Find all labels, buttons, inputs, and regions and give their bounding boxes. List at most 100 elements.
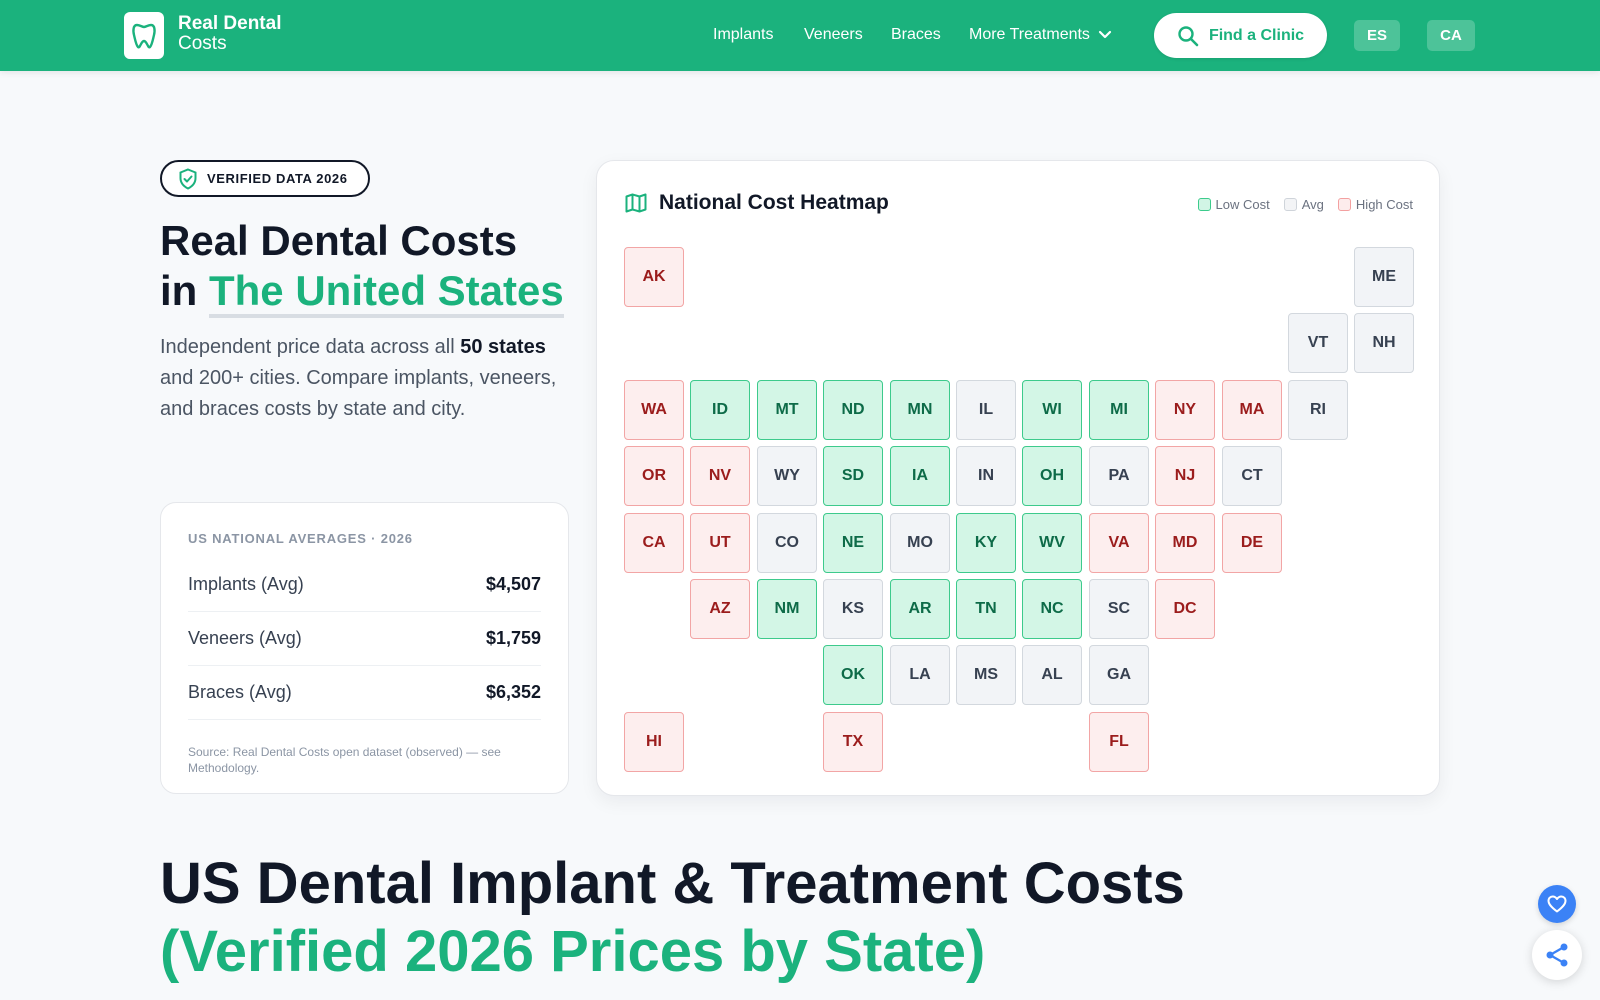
nav-implants[interactable]: Implants — [713, 26, 773, 44]
map-icon — [625, 193, 647, 213]
badge-label: VERIFIED DATA 2026 — [207, 171, 348, 186]
section-heading-line1: US Dental Implant & Treatment Costs — [160, 851, 1185, 916]
state-tile-sd[interactable]: SD — [823, 446, 883, 506]
average-label: Veneers (Avg) — [188, 628, 302, 648]
state-tile-ms[interactable]: MS — [956, 645, 1016, 705]
state-tile-wi[interactable]: WI — [1022, 380, 1082, 440]
hero-desc-bold: 50 states — [460, 336, 546, 358]
average-value: $1,759 — [485, 628, 541, 648]
heart-icon — [1547, 895, 1567, 913]
state-tile-ga[interactable]: GA — [1089, 645, 1149, 705]
hero-title-line1: Real Dental Costs — [160, 217, 518, 264]
nav-more-label: More Treatments — [969, 26, 1090, 43]
heatmap-title: National Cost Heatmap — [659, 191, 889, 214]
state-tile-nh[interactable]: NH — [1354, 313, 1414, 373]
state-tile-ks[interactable]: KS — [823, 579, 883, 639]
average-value: $4,507 — [485, 574, 541, 594]
legend-avg-label: Avg — [1301, 197, 1324, 212]
find-clinic-button[interactable]: Find a Clinic — [1154, 13, 1327, 58]
state-tile-wa[interactable]: WA — [624, 380, 684, 440]
state-tile-mn[interactable]: MN — [890, 380, 950, 440]
state-tile-hi[interactable]: HI — [624, 712, 684, 772]
site-logo-text[interactable]: Real Dental Costs — [178, 14, 281, 54]
state-tile-nm[interactable]: NM — [757, 579, 817, 639]
state-tile-la[interactable]: LA — [890, 645, 950, 705]
legend-swatch-low — [1197, 198, 1211, 211]
state-tile-dc[interactable]: DC — [1155, 579, 1215, 639]
state-tile-de[interactable]: DE — [1222, 513, 1282, 573]
averages-source-note: Source: Real Dental Costs open dataset (… — [188, 745, 501, 775]
state-tile-in[interactable]: IN — [956, 446, 1016, 506]
state-tile-ut[interactable]: UT — [690, 513, 750, 573]
hero-desc-part1: Independent price data across all — [160, 336, 461, 358]
hero-description: Independent price data across all 50 sta… — [160, 332, 570, 425]
state-tile-ne[interactable]: NE — [823, 513, 883, 573]
heatmap-legend: Low Cost Avg High Cost — [1197, 197, 1413, 212]
state-tile-ok[interactable]: OK — [823, 645, 883, 705]
state-tile-tx[interactable]: TX — [823, 712, 883, 772]
average-row-veneers: Veneers (Avg) $1,759 — [188, 612, 541, 666]
state-tile-ca[interactable]: CA — [624, 513, 684, 573]
nav-more-treatments[interactable]: More Treatments — [969, 26, 1112, 44]
state-tile-pa[interactable]: PA — [1089, 446, 1149, 506]
legend-avg: Avg — [1283, 197, 1324, 212]
state-tile-nd[interactable]: ND — [823, 380, 883, 440]
legend-low: Low Cost — [1197, 197, 1270, 212]
state-tile-ri[interactable]: RI — [1288, 380, 1348, 440]
state-tile-nj[interactable]: NJ — [1155, 446, 1215, 506]
state-tile-mt[interactable]: MT — [757, 380, 817, 440]
state-tile-ak[interactable]: AK — [624, 247, 684, 307]
language-ca-button[interactable]: CA — [1427, 20, 1475, 51]
state-tile-ar[interactable]: AR — [890, 579, 950, 639]
state-tile-vt[interactable]: VT — [1288, 313, 1348, 373]
state-tile-mi[interactable]: MI — [1089, 380, 1149, 440]
state-tile-il[interactable]: IL — [956, 380, 1016, 440]
shield-check-icon — [179, 167, 197, 190]
legend-high: High Cost — [1337, 197, 1413, 212]
find-clinic-label: Find a Clinic — [1208, 26, 1305, 44]
state-tile-ct[interactable]: CT — [1222, 446, 1282, 506]
nav-veneers[interactable]: Veneers — [804, 26, 863, 44]
state-tile-nv[interactable]: NV — [690, 446, 750, 506]
legend-swatch-avg — [1283, 198, 1297, 211]
legend-high-label: High Cost — [1355, 197, 1413, 212]
section-heading-line2: (Verified 2026 Prices by State) — [160, 919, 986, 984]
state-tile-nc[interactable]: NC — [1022, 579, 1082, 639]
state-tile-ma[interactable]: MA — [1222, 380, 1282, 440]
legend-swatch-high — [1337, 198, 1351, 211]
favorite-button[interactable] — [1538, 885, 1576, 923]
hero-title-accent: The United States — [209, 267, 564, 318]
state-tile-ny[interactable]: NY — [1155, 380, 1215, 440]
national-averages-card: US NATIONAL AVERAGES · 2026 Implants (Av… — [160, 502, 569, 794]
state-tile-fl[interactable]: FL — [1089, 712, 1149, 772]
tooth-logo-icon[interactable] — [124, 12, 164, 59]
state-tile-ky[interactable]: KY — [956, 513, 1016, 573]
state-tile-oh[interactable]: OH — [1022, 446, 1082, 506]
state-tile-md[interactable]: MD — [1155, 513, 1215, 573]
average-label: Implants (Avg) — [188, 574, 304, 594]
heatmap-header: National Cost Heatmap — [625, 191, 889, 215]
language-es-button[interactable]: ES — [1354, 20, 1400, 51]
share-button[interactable] — [1532, 930, 1582, 980]
state-tile-me[interactable]: ME — [1354, 247, 1414, 307]
state-tile-tn[interactable]: TN — [956, 579, 1016, 639]
state-tile-or[interactable]: OR — [624, 446, 684, 506]
state-tile-co[interactable]: CO — [757, 513, 817, 573]
nav-braces[interactable]: Braces — [891, 26, 941, 44]
state-tile-al[interactable]: AL — [1022, 645, 1082, 705]
state-tile-wv[interactable]: WV — [1022, 513, 1082, 573]
average-label: Braces (Avg) — [188, 682, 292, 702]
averages-title: US NATIONAL AVERAGES · 2026 — [188, 531, 413, 546]
state-tile-az[interactable]: AZ — [690, 579, 750, 639]
top-navigation-bar: Real Dental Costs Implants Veneers Brace… — [0, 0, 1600, 71]
chevron-down-icon — [1098, 30, 1112, 39]
state-tile-mo[interactable]: MO — [890, 513, 950, 573]
state-tile-sc[interactable]: SC — [1089, 579, 1149, 639]
legend-low-label: Low Cost — [1215, 197, 1270, 212]
state-tile-wy[interactable]: WY — [757, 446, 817, 506]
state-tile-ia[interactable]: IA — [890, 446, 950, 506]
state-tile-id[interactable]: ID — [690, 380, 750, 440]
state-tile-va[interactable]: VA — [1089, 513, 1149, 573]
verified-data-badge: VERIFIED DATA 2026 — [160, 160, 370, 197]
state-tile-grid: AK ME VT NH WA ID MT ND MN IL WI MI NY MA RI OR NV WY SD IA… — [624, 247, 1414, 777]
